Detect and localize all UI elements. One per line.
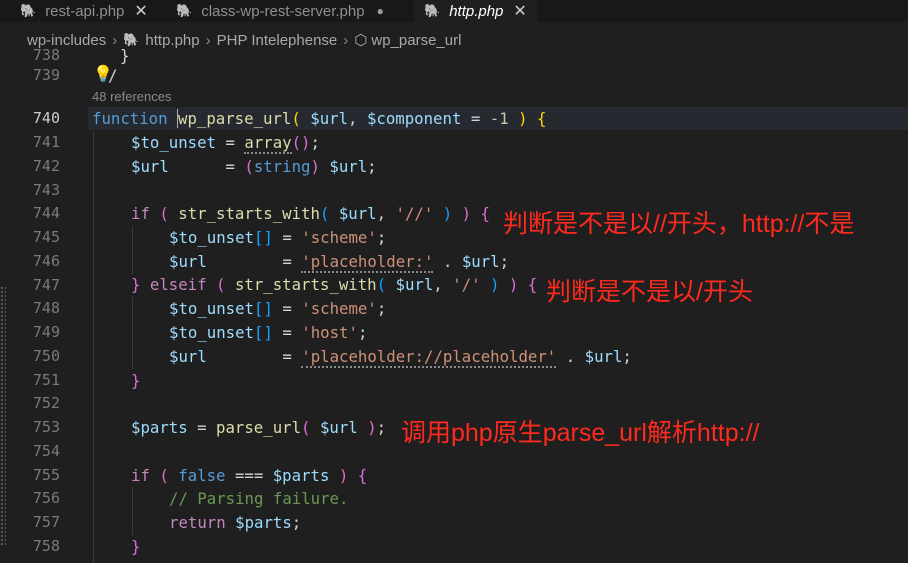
code-line-757: return $parts;	[169, 513, 302, 532]
breadcrumb-item-file[interactable]: http.php	[145, 32, 199, 49]
line-number: 743	[32, 181, 60, 199]
tab-rest-api[interactable]: 🐘 rest-api.php ✕	[20, 0, 148, 22]
line-number: 756	[32, 489, 60, 507]
tab-label: rest-api.php	[45, 2, 125, 20]
close-icon[interactable]: ✕	[134, 1, 147, 21]
line-number: 757	[32, 513, 60, 531]
line-number: 753	[32, 418, 60, 436]
code-line-748: $to_unset[] = 'scheme';	[169, 299, 387, 318]
line-number: 740	[32, 109, 60, 127]
codelens-references[interactable]: 48 references	[92, 89, 172, 104]
line-number: 738	[32, 46, 60, 64]
chevron-right-icon: ›	[343, 31, 349, 49]
php-elephant-icon: 🐘	[176, 3, 193, 18]
tab-bar: 🐘 rest-api.php ✕ 🐘 class-wp-rest-server.…	[0, 0, 908, 22]
tab-label: class-wp-rest-server.php	[201, 2, 365, 20]
line-number: 746	[32, 252, 60, 270]
code-line-740: function wp_parse_url( $url, $component …	[92, 109, 547, 128]
code-line-756: // Parsing failure.	[169, 489, 349, 508]
line-number: 758	[32, 537, 60, 555]
code-line-758: }	[131, 537, 141, 556]
line-number: 739	[32, 66, 60, 84]
code-line-755: if ( false === $parts ) {	[131, 466, 368, 485]
indent-guide	[132, 297, 133, 369]
line-number: 741	[32, 133, 60, 151]
chevron-right-icon: ›	[112, 31, 118, 49]
breadcrumb: wp-includes › 🐘 http.php › PHP Intelephe…	[0, 28, 461, 52]
line-number: 754	[32, 442, 60, 460]
php-elephant-icon: 🐘	[20, 3, 37, 18]
code-line-747: } elseif ( str_starts_with( $url, '/' ) …	[131, 275, 538, 294]
php-elephant-icon: 🐘	[424, 3, 441, 18]
line-number: 749	[32, 323, 60, 341]
annotation-parse-url: 调用php原生parse_url解析http://	[401, 419, 760, 447]
line-number: 751	[32, 371, 60, 389]
line-number: 745	[32, 228, 60, 246]
line-number: 750	[32, 347, 60, 365]
indent-guide	[132, 487, 133, 535]
code-line-745: $to_unset[] = 'scheme';	[169, 228, 387, 247]
chevron-right-icon: ›	[205, 31, 211, 49]
line-number: 747	[32, 276, 60, 294]
line-number: 755	[32, 466, 60, 484]
code-line-739: /	[108, 66, 118, 85]
breadcrumb-item-intelephense[interactable]: PHP Intelephense	[217, 32, 338, 49]
code-line-744: if ( str_starts_with( $url, '//' ) ) {	[131, 204, 490, 223]
code-line-742: $url = (string) $url;	[131, 157, 377, 176]
indent-guide	[132, 226, 133, 274]
unsaved-dot-icon[interactable]: ●	[377, 4, 384, 18]
minimap-edge	[0, 286, 6, 546]
close-icon[interactable]: ✕	[513, 1, 526, 21]
line-number: 748	[32, 299, 60, 317]
line-number: 752	[32, 394, 60, 412]
code-line-746: $url = 'placeholder:' . $url;	[169, 252, 510, 273]
annotation-single-slash: 判断是不是以/开头	[546, 278, 753, 306]
indent-guide	[93, 131, 94, 563]
tab-label: http.php	[449, 2, 504, 20]
code-line-738: }	[120, 46, 130, 65]
code-line-751: }	[131, 371, 141, 390]
code-line-749: $to_unset[] = 'host';	[169, 323, 368, 342]
breadcrumb-item-symbol[interactable]: wp_parse_url	[371, 32, 461, 49]
tab-http-php[interactable]: 🐘 http.php ✕	[414, 0, 537, 22]
code-line-753: $parts = parse_url( $url );	[131, 418, 387, 437]
line-number: 742	[32, 157, 60, 175]
line-number: 744	[32, 204, 60, 222]
code-line-750: $url = 'placeholder://placeholder' . $ur…	[169, 347, 632, 368]
annotation-double-slash: 判断是不是以//开头，http://不是	[503, 210, 855, 238]
code-line-741: $to_unset = array();	[131, 133, 320, 154]
cube-symbol-icon: ⬡	[354, 32, 368, 49]
tab-class-wp-rest-server[interactable]: 🐘 class-wp-rest-server.php ●	[176, 0, 384, 22]
